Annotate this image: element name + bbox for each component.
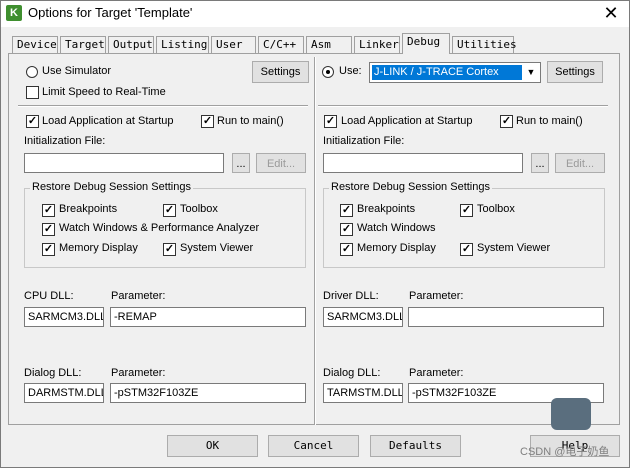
right-watch-checkbox[interactable]: ✓: [340, 223, 353, 236]
left-breakpoints-checkbox[interactable]: ✓: [42, 204, 55, 217]
window-title: Options for Target 'Template': [28, 5, 193, 20]
left-run-to-main-checkbox[interactable]: ✓: [201, 115, 214, 128]
left-dialog-dll-label: Dialog DLL:: [24, 367, 82, 379]
cpu-param-input[interactable]: -REMAP: [110, 307, 306, 327]
limit-speed-checkbox[interactable]: [26, 86, 39, 99]
left-watch-label: Watch Windows & Performance Analyzer: [59, 222, 260, 234]
csdn-watermark: CSDN @电子奶鱼: [520, 446, 610, 458]
tab-linker[interactable]: Linker: [354, 36, 400, 53]
close-icon[interactable]: ✕: [600, 2, 622, 24]
left-settings-button[interactable]: Settings: [252, 61, 309, 83]
right-run-to-main-label: Run to main(): [516, 115, 583, 127]
right-breakpoints-label: Breakpoints: [357, 203, 416, 215]
right-sysviewer-checkbox[interactable]: ✓: [460, 243, 473, 256]
keil-logo-icon: K: [6, 5, 22, 21]
defaults-button[interactable]: Defaults: [370, 435, 461, 457]
left-dialog-param-label: Parameter:: [111, 367, 166, 379]
tab-listing[interactable]: Listing: [156, 36, 209, 53]
right-toolbox-checkbox[interactable]: ✓: [460, 204, 473, 217]
left-memory-checkbox[interactable]: ✓: [42, 243, 55, 256]
driver-dll-input[interactable]: SARMCM3.DLL: [323, 307, 403, 327]
left-watch-checkbox[interactable]: ✓: [42, 223, 55, 236]
left-edit-button[interactable]: Edit...: [256, 153, 306, 173]
left-dialog-dll-input[interactable]: DARMSTM.DLL: [24, 383, 104, 403]
use-label: Use:: [339, 65, 362, 77]
right-load-app-label: Load Application at Startup: [341, 115, 473, 127]
right-settings-button[interactable]: Settings: [547, 61, 603, 83]
cpu-dll-label: CPU DLL:: [24, 290, 74, 302]
right-sysviewer-label: System Viewer: [477, 242, 551, 254]
left-breakpoints-label: Breakpoints: [59, 203, 118, 215]
right-init-file-input[interactable]: [323, 153, 523, 173]
cpu-param-label: Parameter:: [111, 290, 166, 302]
left-init-file-input[interactable]: [24, 153, 224, 173]
driver-dll-label: Driver DLL:: [323, 290, 379, 302]
right-browse-button[interactable]: ...: [531, 153, 549, 173]
tab-user[interactable]: User: [211, 36, 256, 53]
vertical-divider: [314, 57, 316, 425]
tab-c-cpp[interactable]: C/C++: [258, 36, 304, 53]
right-toolbox-label: Toolbox: [477, 203, 515, 215]
left-sysviewer-label: System Viewer: [180, 242, 254, 254]
right-load-app-checkbox[interactable]: ✓: [324, 115, 337, 128]
right-dialog-dll-input[interactable]: TARMSTM.DLL: [323, 383, 403, 403]
left-dialog-param-input[interactable]: -pSTM32F103ZE: [110, 383, 306, 403]
right-init-file-label: Initialization File:: [323, 135, 405, 147]
right-run-to-main-checkbox[interactable]: ✓: [500, 115, 513, 128]
tab-asm[interactable]: Asm: [306, 36, 352, 53]
tab-output[interactable]: Output: [108, 36, 154, 53]
chevron-down-icon[interactable]: ▼: [523, 64, 539, 81]
right-dialog-param-label: Parameter:: [409, 367, 464, 379]
left-divider: [18, 105, 308, 107]
right-dialog-dll-label: Dialog DLL:: [323, 367, 381, 379]
left-toolbox-checkbox[interactable]: ✓: [163, 204, 176, 217]
right-restore-group-title: Restore Debug Session Settings: [329, 181, 492, 193]
right-memory-label: Memory Display: [357, 242, 436, 254]
driver-param-input[interactable]: [408, 307, 604, 327]
left-memory-label: Memory Display: [59, 242, 138, 254]
use-debugger-radio[interactable]: [322, 66, 334, 78]
right-memory-checkbox[interactable]: ✓: [340, 243, 353, 256]
left-load-app-label: Load Application at Startup: [42, 115, 174, 127]
left-toolbox-label: Toolbox: [180, 203, 218, 215]
left-init-file-label: Initialization File:: [24, 135, 106, 147]
right-watch-label: Watch Windows: [357, 222, 436, 234]
cancel-button[interactable]: Cancel: [268, 435, 359, 457]
left-restore-group-title: Restore Debug Session Settings: [30, 181, 193, 193]
ok-button[interactable]: OK: [167, 435, 258, 457]
use-simulator-label: Use Simulator: [42, 65, 112, 77]
tab-target[interactable]: Target: [60, 36, 106, 53]
left-browse-button[interactable]: ...: [232, 153, 250, 173]
right-breakpoints-checkbox[interactable]: ✓: [340, 204, 353, 217]
driver-param-label: Parameter:: [409, 290, 464, 302]
chat-bubble-icon: [551, 398, 591, 430]
left-run-to-main-label: Run to main(): [217, 115, 284, 127]
tab-debug[interactable]: Debug: [402, 33, 450, 54]
right-divider: [318, 105, 608, 107]
right-edit-button[interactable]: Edit...: [555, 153, 605, 173]
tab-device[interactable]: Device: [12, 36, 58, 53]
left-sysviewer-checkbox[interactable]: ✓: [163, 243, 176, 256]
tab-utilities[interactable]: Utilities: [452, 36, 517, 53]
cpu-dll-input[interactable]: SARMCM3.DLL: [24, 307, 104, 327]
debugger-select-value: J-LINK / J-TRACE Cortex: [372, 65, 522, 80]
limit-speed-label: Limit Speed to Real-Time: [42, 86, 166, 98]
debugger-select[interactable]: J-LINK / J-TRACE Cortex ▼: [369, 62, 541, 83]
left-load-app-checkbox[interactable]: ✓: [26, 115, 39, 128]
use-simulator-radio[interactable]: [26, 66, 38, 78]
